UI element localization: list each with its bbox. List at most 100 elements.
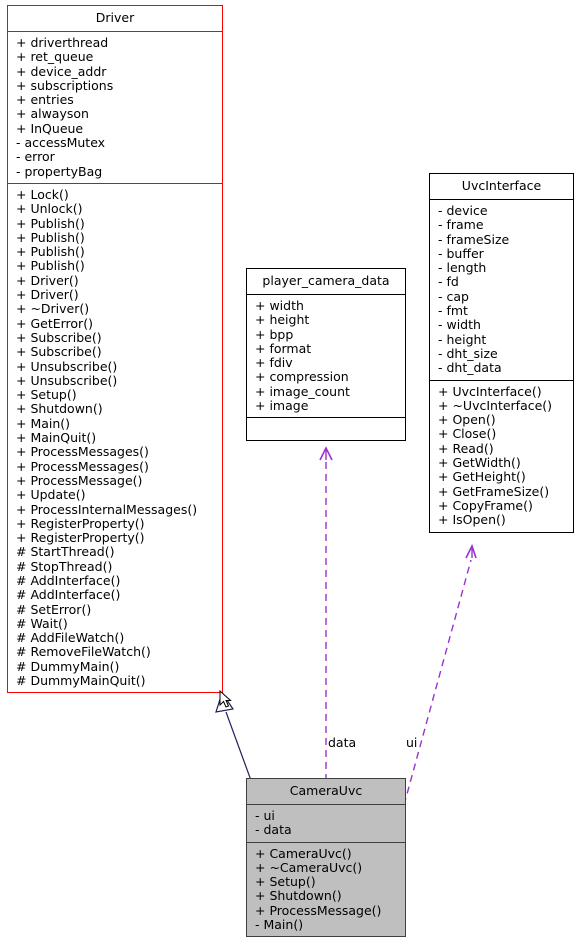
attribute-row: + device_addr [16,63,107,79]
method-row: + ProcessMessage() [16,472,143,488]
attribute-row: - dht_size [438,345,498,361]
method-row: + GetWidth() [438,455,521,471]
method-row: + Driver() [16,287,79,303]
attribute-row: - buffer [438,245,484,261]
attribute-row: - fmt [438,303,468,319]
method-row: + Unsubscribe() [16,358,118,374]
method-row: + ProcessMessages() [16,444,149,460]
class-title-player-camera-data: player_camera_data [262,273,390,288]
method-row: # Wait() [16,615,68,631]
attribute-row: - frameSize [438,231,510,247]
attribute-row: - dht_data [438,360,502,376]
method-row: + IsOpen() [438,512,506,528]
method-row: + ~UvcInterface() [438,397,553,413]
method-row: # AddInterface() [16,587,121,603]
method-row: + Read() [438,440,494,456]
method-row: + Driver() [16,272,79,288]
method-row: # AddInterface() [16,572,121,588]
method-row: + Lock() [16,186,69,202]
attribute-row: + compression [255,369,349,385]
attribute-row: + InQueue [16,120,84,136]
attribute-row: + image_count [255,383,350,399]
attribute-row: + height [255,312,310,328]
method-row: # DummyMain() [16,658,120,674]
method-row: + Subscribe() [16,329,102,345]
method-row: + RegisterProperty() [16,515,145,531]
class-title-uvc-interface: UvcInterface [461,178,542,193]
class-title-driver: Driver [95,10,135,25]
attribute-row: - fd [438,274,459,290]
method-row: # StopThread() [16,558,113,574]
dependency-arrowhead-ui [465,543,477,559]
method-row: + Shutdown() [16,401,103,417]
method-row: + ProcessMessage() [255,902,382,918]
dependency-line-ui [403,559,472,806]
method-row: # RemoveFileWatch() [16,644,151,660]
method-row: + Publish() [16,229,85,245]
method-row: + Publish() [16,258,85,274]
attribute-row: + bpp [255,326,294,342]
attribute-row: + format [255,340,312,356]
method-row: + ~CameraUvc() [255,859,363,875]
method-row: + Update() [16,487,86,503]
uml-class-diagram: Driver + driverthread + ret_queue + devi… [0,0,579,947]
method-row: + Unlock() [16,201,83,217]
method-row: + ~Driver() [16,301,90,317]
method-row: + Shutdown() [255,888,342,904]
method-row: + Setup() [255,874,316,890]
method-row: + UvcInterface() [438,383,542,399]
class-box-driver[interactable]: Driver + driverthread + ret_queue + devi… [7,5,223,694]
attribute-row: - frame [438,217,484,233]
class-box-player-camera-data[interactable]: player_camera_data + width + height + bp… [246,268,406,442]
method-row: + Setup() [16,387,77,403]
attributes-compartment-camera-uvc: - ui - data [247,805,405,842]
attribute-row: - height [438,331,487,347]
attribute-row: + width [255,298,304,313]
methods-compartment-camera-uvc: + CameraUvc() + ~CameraUvc() + Setup() +… [247,843,405,937]
attribute-row: - data [255,822,292,838]
methods-compartment-driver: + Lock() + Unlock() + Publish() + Publis… [8,184,222,692]
attributes-compartment-driver: + driverthread + ret_queue + device_addr… [8,32,222,183]
attribute-row: + fdiv [255,355,293,371]
attribute-row: - cap [438,288,469,304]
attribute-row: + subscriptions [16,77,114,93]
attribute-row: + entries [16,92,74,108]
method-row: + Publish() [16,215,85,231]
attribute-row: - error [16,149,55,165]
methods-compartment-player-camera-data [247,418,405,440]
class-title-camera-uvc: CameraUvc [289,783,363,798]
method-row: + Open() [438,412,496,428]
class-box-uvc-interface[interactable]: UvcInterface - device - frame - frameSiz… [429,173,574,533]
mouse-cursor-icon [219,690,232,708]
method-row: + GetError() [16,315,93,331]
method-row: # StartThread() [16,544,115,560]
method-row: + ProcessInternalMessages() [16,501,198,517]
edge-label-ui: ui [405,735,419,750]
method-row: + CopyFrame() [438,497,533,513]
attributes-compartment-player-camera-data: + width + height + bpp + format + fdiv +… [247,295,405,417]
attribute-row: - length [438,260,487,276]
method-row: + Unsubscribe() [16,372,118,388]
method-row: + CameraUvc() [255,845,352,861]
method-row: + Subscribe() [16,344,102,360]
attributes-compartment-uvc-interface: - device - frame - frameSize - buffer - … [430,200,573,380]
attribute-row: + alwayson [16,106,89,122]
method-row: # AddFileWatch() [16,630,125,646]
method-row: + GetHeight() [438,469,526,485]
method-row: + MainQuit() [16,430,97,446]
method-row: - Main() [255,917,304,933]
class-box-camera-uvc[interactable]: CameraUvc - ui - data + CameraUvc() + ~C… [246,778,406,938]
attribute-row: + ret_queue [16,49,94,65]
attribute-row: - ui [255,808,275,823]
attribute-row: - width [438,317,481,333]
attribute-row: - accessMutex [16,135,106,151]
method-row: + GetFrameSize() [438,483,550,499]
attribute-row: + image [255,398,309,414]
attribute-row: + driverthread [16,35,109,50]
method-row: # DummyMainQuit() [16,673,146,689]
attribute-row: - propertyBag [16,163,103,179]
method-row: + RegisterProperty() [16,530,145,546]
method-row: + Publish() [16,244,85,260]
methods-compartment-uvc-interface: + UvcInterface() + ~UvcInterface() + Ope… [430,381,573,532]
method-row: + ProcessMessages() [16,458,149,474]
